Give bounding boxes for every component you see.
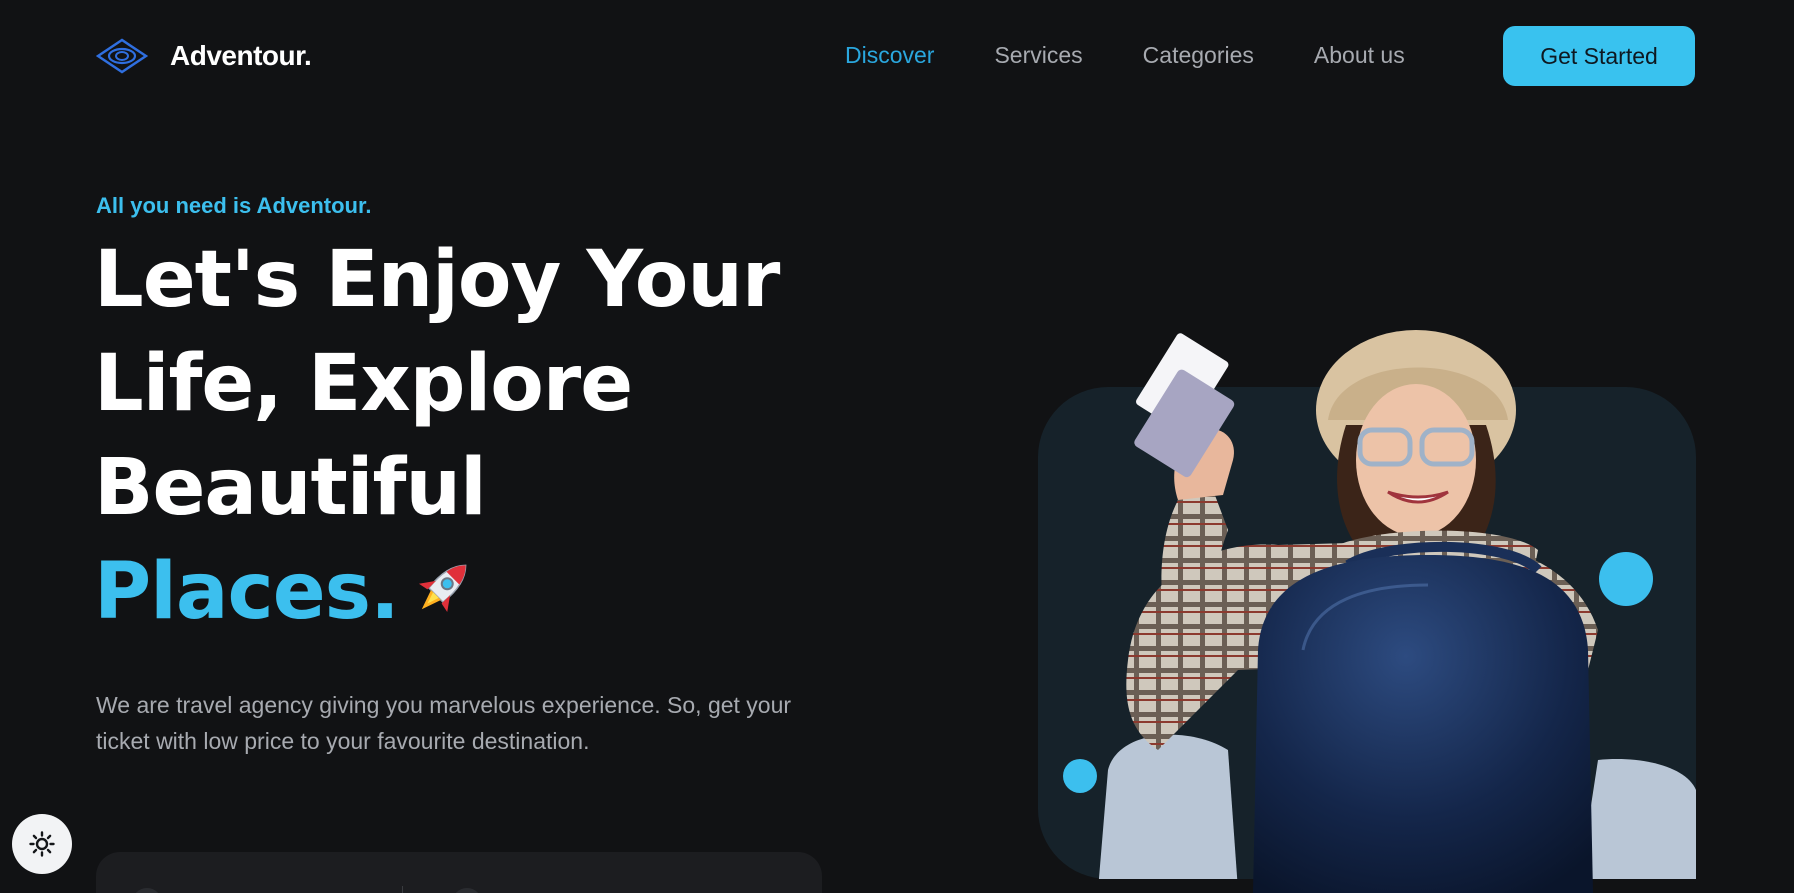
hero-tagline: All you need is Adventour.: [96, 193, 372, 218]
nav-link-categories[interactable]: Categories: [1143, 42, 1254, 69]
traveler-with-suitcase-photo: [1098, 330, 1696, 893]
headline-line-2: Life, Explore: [94, 339, 633, 429]
nav-link-discover[interactable]: Discover: [845, 42, 934, 69]
site-header: Adventour. Discover Services Categories …: [0, 0, 1794, 114]
brand-name: Adventour.: [170, 40, 312, 71]
hero-description: We are travel agency giving you marvelou…: [96, 692, 792, 754]
theme-toggle-button[interactable]: [12, 814, 72, 874]
main-nav: Discover Services Categories About us: [845, 42, 1405, 69]
landing-page: Adventour. Discover Services Categories …: [0, 0, 1794, 893]
hero-headline: Let's Enjoy Your Life, Explore Beautiful…: [94, 228, 854, 644]
search-card: [96, 852, 822, 893]
headline-line-4: Places.: [94, 540, 854, 644]
nav-link-services[interactable]: Services: [994, 42, 1082, 69]
search-card-icon-1: [132, 888, 162, 893]
headline-line-1: Let's Enjoy Your: [94, 235, 780, 325]
hero-visual: [1038, 330, 1698, 893]
search-card-divider: [402, 886, 403, 893]
diamond-eye-icon: [96, 38, 148, 74]
sun-icon: [29, 831, 55, 857]
rocket-icon: [418, 564, 467, 613]
headline-accent-word: Places.: [94, 547, 400, 637]
headline-line-3: Beautiful: [94, 443, 487, 533]
brand-logo[interactable]: Adventour.: [96, 38, 312, 74]
nav-link-about-us[interactable]: About us: [1314, 42, 1405, 69]
get-started-button[interactable]: Get Started: [1503, 26, 1695, 86]
search-card-icon-2: [452, 888, 482, 893]
